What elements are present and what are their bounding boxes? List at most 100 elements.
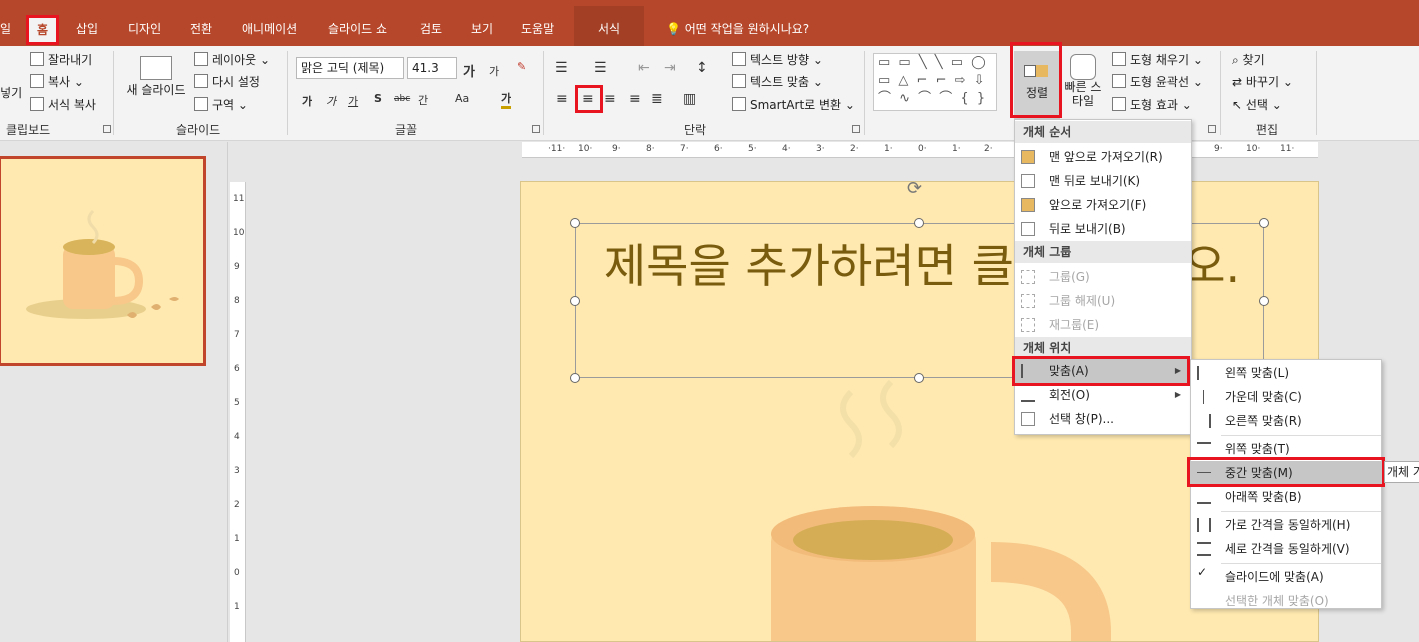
font-launcher-icon[interactable] xyxy=(532,125,540,133)
align-selected-item: 선택한 개체 맞춤(O) xyxy=(1191,589,1381,613)
brush-icon xyxy=(30,97,44,111)
resize-handle[interactable] xyxy=(1259,218,1269,228)
align-left-icon[interactable]: ≡ xyxy=(556,91,568,107)
align-top-label: 위쪽 맞춤(T) xyxy=(1225,442,1290,456)
paste-button[interactable]: 붙여넣기 xyxy=(0,83,22,103)
send-to-back-icon xyxy=(1021,174,1035,188)
columns-icon[interactable]: ▥ xyxy=(683,91,696,107)
tab-animations[interactable]: 애니메이션 xyxy=(242,17,297,41)
font-color-button[interactable]: 가 xyxy=(501,90,512,109)
text-direction-button[interactable]: 텍스트 방향 ⌄ xyxy=(732,50,823,70)
shape-outline-button[interactable]: 도형 윤곽선 ⌄ xyxy=(1112,72,1203,92)
align-right-item[interactable]: 오른쪽 맞춤(R) xyxy=(1191,409,1381,433)
underline-button[interactable]: 가 xyxy=(348,93,358,109)
copy-button[interactable]: 복사 ⌄ xyxy=(30,72,84,92)
paragraph-launcher-icon[interactable] xyxy=(852,125,860,133)
strikethrough-button[interactable]: abc xyxy=(394,94,410,104)
shadow-button[interactable]: S xyxy=(374,92,382,105)
new-slide-button[interactable]: 새 슬라이드 xyxy=(122,56,190,116)
tell-me-box[interactable]: 💡 어떤 작업을 원하시나요? xyxy=(666,17,809,41)
bold-button[interactable]: 가 xyxy=(302,93,312,109)
bring-to-front-item[interactable]: 맨 앞으로 가져오기(R) xyxy=(1015,145,1191,169)
tab-view[interactable]: 보기 xyxy=(471,17,493,41)
format-painter-button[interactable]: 서식 복사 xyxy=(30,95,96,115)
resize-handle[interactable] xyxy=(914,218,924,228)
align-center-highlight xyxy=(575,85,603,113)
distributed-icon[interactable]: ≣ xyxy=(651,91,663,107)
decrease-indent-icon[interactable]: ⇤ xyxy=(638,60,650,76)
tab-file[interactable]: 일 xyxy=(0,17,11,41)
find-button[interactable]: ⌕ 찾기 xyxy=(1232,50,1265,70)
char-spacing-button[interactable]: 간 xyxy=(418,92,428,108)
align-left-item[interactable]: 왼쪽 맞춤(L) xyxy=(1191,361,1381,385)
smartart-button[interactable]: SmartArt로 변환 ⌄ xyxy=(732,95,855,115)
slide-thumbnail[interactable] xyxy=(0,156,206,366)
tab-design[interactable]: 디자인 xyxy=(128,17,161,41)
align-text-button[interactable]: 텍스트 맞춤 ⌄ xyxy=(732,72,823,92)
replace-button[interactable]: ⇄ 바꾸기 ⌄ xyxy=(1232,72,1293,92)
ruler-tick: 4· xyxy=(782,144,791,154)
shrink-font-button[interactable]: 가 xyxy=(489,63,499,79)
send-to-back-item[interactable]: 맨 뒤로 보내기(K) xyxy=(1015,169,1191,193)
ruler-tick: 7 xyxy=(234,330,240,340)
resize-handle[interactable] xyxy=(570,373,580,383)
shapes-gallery[interactable]: ▭ ▭ ╲ ╲ ▭ ◯ ▭ △ ⌐ ⌐ ⇨ ⇩ ⌒ ∿ ⌒ ⌒ { } xyxy=(873,53,997,111)
align-center-item[interactable]: 가운데 맞춤(C) xyxy=(1191,385,1381,409)
tab-review[interactable]: 검토 xyxy=(420,17,442,41)
justify-icon[interactable]: ≡ xyxy=(629,91,641,107)
paste-label: 붙여넣기 xyxy=(0,86,23,100)
section-button[interactable]: 구역 ⌄ xyxy=(194,95,248,115)
resize-handle[interactable] xyxy=(914,373,924,383)
bring-forward-item[interactable]: 앞으로 가져오기(F) xyxy=(1015,193,1191,217)
tab-transitions[interactable]: 전환 xyxy=(190,17,212,41)
numbering-icon[interactable]: ☰ xyxy=(594,60,607,76)
tab-home[interactable]: 홈 xyxy=(26,15,60,45)
resize-handle[interactable] xyxy=(1259,296,1269,306)
clear-format-icon[interactable]: ✎ xyxy=(517,60,526,73)
rotate-handle-icon[interactable]: ⟳ xyxy=(907,178,922,199)
clipboard-launcher-icon[interactable] xyxy=(103,125,111,133)
italic-button[interactable]: 가 xyxy=(326,93,336,109)
align-right-icon[interactable]: ≡ xyxy=(604,91,616,107)
distribute-vertical-item[interactable]: 세로 간격을 동일하게(V) xyxy=(1191,537,1381,561)
rotate-item[interactable]: 회전(O) ▶ xyxy=(1015,383,1191,407)
tab-help[interactable]: 도움말 xyxy=(521,17,554,41)
group-divider xyxy=(864,51,865,135)
arrange-highlight xyxy=(1010,42,1062,118)
change-case-button[interactable]: Aa xyxy=(455,92,469,105)
quick-styles-button[interactable]: 빠른 스타일 xyxy=(1060,54,1106,120)
ruler-tick: 1 xyxy=(234,534,240,544)
send-backward-item[interactable]: 뒤로 보내기(B) xyxy=(1015,217,1191,241)
ribbon: 붙여넣기 잘라내기 복사 ⌄ 서식 복사 클립보드 새 슬라이드 레이아웃 ⌄ … xyxy=(0,42,1419,141)
ruler-tick: 0 xyxy=(234,568,240,578)
selection-pane-item[interactable]: 선택 창(P)... xyxy=(1015,407,1191,431)
section-label: 구역 xyxy=(212,98,235,112)
distribute-vertical-icon xyxy=(1197,542,1211,556)
send-to-back-label: 맨 뒤로 보내기(K) xyxy=(1049,174,1141,188)
line-spacing-icon[interactable]: ↕ xyxy=(696,60,708,76)
font-size-combo[interactable]: 41.3 xyxy=(407,57,457,79)
layout-button[interactable]: 레이아웃 ⌄ xyxy=(194,50,270,70)
align-to-slide-item[interactable]: ✓ 슬라이드에 맞춤(A) xyxy=(1191,565,1381,589)
distribute-horizontal-item[interactable]: 가로 간격을 동일하게(H) xyxy=(1191,513,1381,537)
select-button[interactable]: ↖ 선택 ⌄ xyxy=(1232,95,1282,115)
shape-fill-button[interactable]: 도형 채우기 ⌄ xyxy=(1112,50,1203,70)
drawing-launcher-icon[interactable] xyxy=(1208,125,1216,133)
shape-effects-button[interactable]: 도형 효과 ⌄ xyxy=(1112,95,1192,115)
font-name-combo[interactable]: 맑은 고딕 (제목) xyxy=(296,57,404,79)
reset-button[interactable]: 다시 설정 xyxy=(194,72,260,92)
grow-font-button[interactable]: 가 xyxy=(463,61,475,80)
cut-button[interactable]: 잘라내기 xyxy=(30,50,92,70)
tab-format[interactable]: 서식 xyxy=(574,6,645,46)
bring-forward-icon xyxy=(1021,198,1035,212)
align-bottom-item[interactable]: 아래쪽 맞춤(B) xyxy=(1191,485,1381,509)
resize-handle[interactable] xyxy=(570,218,580,228)
shape-outline-label: 도형 윤곽선 xyxy=(1130,75,1190,89)
resize-handle[interactable] xyxy=(570,296,580,306)
shape-fill-label: 도형 채우기 xyxy=(1130,53,1190,67)
increase-indent-icon[interactable]: ⇥ xyxy=(664,60,676,76)
bullets-icon[interactable]: ☰ xyxy=(555,60,568,76)
selection-pane-label: 선택 창(P)... xyxy=(1049,412,1114,426)
tab-insert[interactable]: 삽입 xyxy=(76,17,98,41)
tab-slideshow[interactable]: 슬라이드 쇼 xyxy=(328,17,387,41)
